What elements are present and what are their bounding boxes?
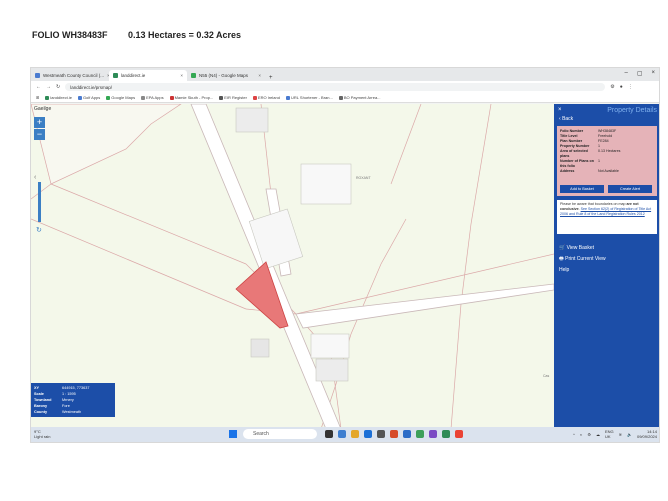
tab-label: landdirect.ie (121, 73, 146, 78)
tab-label: Westmeath County Council (... (43, 73, 104, 78)
tab-close-icon[interactable]: × (258, 73, 261, 78)
system-tray: ^ ◐ ⚙ ☁ ENG UK ≋ 🔈 14:14 09/09/2024 (573, 429, 657, 439)
browser-tab-landdirect[interactable]: landdirect.ie × (109, 70, 187, 81)
back-link[interactable]: ‹ Back (559, 116, 573, 122)
bookmark-item[interactable]: landdirect.ie (45, 95, 72, 100)
volume-icon[interactable]: 🔈 (627, 432, 632, 437)
close-icon[interactable]: × (558, 107, 562, 113)
zoom-out-button[interactable]: − (34, 129, 45, 140)
create-alert-button[interactable]: Create Alert (608, 185, 652, 193)
url-text: landdirect.ie/prsmap/ (70, 84, 112, 90)
language-link[interactable]: Gaeilge (34, 106, 51, 112)
edge-icon[interactable] (364, 430, 372, 438)
bookmark-item[interactable]: Google Maps (106, 95, 135, 100)
document-header: FOLIO WH38483F 0.13 Hectares = 0.32 Acre… (32, 30, 259, 40)
extensions-icon[interactable]: ⚙ (610, 84, 614, 90)
tray-cloud-icon[interactable]: ☁ (596, 432, 600, 437)
print-view-link[interactable]: 🖶 Print Current View (559, 256, 606, 264)
map-info-box: XY 644915, 773637 Scale 1 : 1595 Townland M… (31, 383, 115, 417)
tray-chevron-icon[interactable]: ^ (573, 432, 575, 437)
task-view-icon[interactable] (325, 430, 333, 438)
wifi-icon[interactable]: ≋ (619, 432, 622, 437)
bookmark-item[interactable]: EPA Apps (141, 95, 164, 100)
map-drawing (31, 104, 554, 429)
screenshot: Westmeath County Council (... × landdire… (30, 67, 660, 443)
menu-dots-icon[interactable]: ⋮ (628, 84, 633, 90)
apps-grid-icon[interactable]: ⊞ (36, 95, 39, 100)
tab-favicon-icon (191, 73, 196, 78)
url-input[interactable]: landdirect.ie/prsmap/ (65, 83, 606, 91)
outlook-icon[interactable] (403, 430, 411, 438)
forward-arrow-icon[interactable]: → (46, 84, 51, 90)
help-link[interactable]: Help (559, 267, 569, 273)
clock[interactable]: 14:14 09/09/2024 (637, 429, 657, 439)
taskbar-apps (325, 430, 463, 438)
windows-start-icon[interactable] (229, 430, 237, 438)
profile-icon[interactable]: ● (620, 84, 623, 90)
browser-tab-google-maps[interactable]: N55 (N4) - Google Maps × (187, 70, 265, 81)
bookmark-item[interactable]: Golf Apps (77, 95, 100, 100)
excel-icon[interactable] (416, 430, 424, 438)
tray-settings-icon[interactable]: ⚙ (587, 432, 591, 437)
tab-favicon-icon (35, 73, 40, 78)
map-label: ROXANT (356, 176, 371, 180)
bookmark-item[interactable]: URL Shortener - Bran... (285, 95, 333, 100)
back-arrow-icon[interactable]: ← (36, 84, 41, 90)
store-icon[interactable] (377, 430, 385, 438)
zoom-slider[interactable] (38, 182, 41, 222)
file-explorer-icon[interactable] (351, 430, 359, 438)
zoom-controls: + − (34, 117, 45, 141)
close-window-icon[interactable]: × (651, 70, 655, 77)
tray-app-icon[interactable]: ◐ (580, 432, 582, 437)
panel-title: Property Details (607, 107, 657, 114)
map-label: Cas (543, 374, 550, 378)
tab-close-icon[interactable]: × (180, 73, 183, 78)
teams-icon[interactable] (429, 430, 437, 438)
minimize-icon[interactable]: – (624, 70, 627, 77)
tray-lang[interactable]: ENG UK (605, 429, 614, 439)
boundary-lines (31, 104, 554, 429)
bookmark-item[interactable]: EIR Register (219, 95, 247, 100)
bookmark-item[interactable]: Mamie Skuth - Prop... (169, 95, 213, 100)
browser-tab-westmeath[interactable]: Westmeath County Council (... × (31, 70, 109, 81)
map-canvas[interactable]: ROXANT Cas Gaeilge + − ‹ ↻ XY 644915, 773… (31, 104, 554, 429)
browser-tab-bar: Westmeath County Council (... × landdire… (31, 68, 659, 81)
window-controls: – ▢ × (624, 70, 655, 77)
zoom-in-button[interactable]: + (34, 117, 45, 128)
view-basket-link[interactable]: 🛒 View Basket (559, 245, 594, 251)
widgets-icon[interactable] (338, 430, 346, 438)
reload-icon[interactable]: ↻ (56, 84, 60, 90)
add-to-basket-button[interactable]: Add to Basket (560, 185, 604, 193)
tab-label: N55 (N4) - Google Maps (199, 73, 249, 78)
area-title: 0.13 Hectares = 0.32 Acres (128, 30, 242, 40)
folio-title: FOLIO WH38483F (32, 30, 108, 40)
taskbar: 9°C Light rain Search ^ ◐ ⚙ ☁ ENG UK ≋ 🔈… (31, 427, 659, 442)
disclaimer-note: Please be aware that boundaries on map a… (557, 200, 657, 234)
office-icon[interactable] (390, 430, 398, 438)
app-icon[interactable] (442, 430, 450, 438)
collapse-chevron-icon[interactable]: ‹ (34, 174, 36, 181)
refresh-icon[interactable]: ↻ (36, 226, 42, 234)
property-card: Folio Number WH38483F Title Level Freehold… (557, 126, 657, 196)
bookmark-item[interactable]: ERO Ireland (252, 95, 280, 100)
bookmarks-bar: ⊞ landdirect.ie Golf Apps Google Maps EP… (31, 93, 659, 103)
address-bar: ← → ↻ landdirect.ie/prsmap/ ⚙ ● ⋮ (31, 81, 659, 93)
taskbar-search-input[interactable]: Search (243, 429, 317, 439)
chrome-icon[interactable] (455, 430, 463, 438)
weather-widget[interactable]: 9°C Light rain (34, 429, 50, 439)
tab-favicon-icon (113, 73, 118, 78)
maximize-icon[interactable]: ▢ (637, 70, 643, 77)
bookmark-item[interactable]: BO Payment Arrea... (338, 95, 381, 100)
property-details-panel: × Property Details ‹ Back Folio Number WH… (554, 104, 659, 429)
document-page: FOLIO WH38483F 0.13 Hectares = 0.32 Acre… (0, 0, 668, 501)
